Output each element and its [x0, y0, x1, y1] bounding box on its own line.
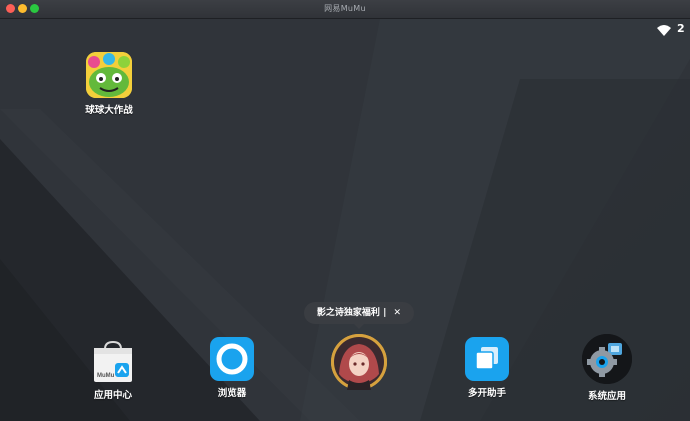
svg-text:MuMu: MuMu	[97, 373, 115, 379]
anime-girl-avatar-icon	[331, 334, 387, 390]
dock-app-multi-instance[interactable]: 多开助手	[447, 337, 527, 399]
status-bar: 2	[650, 19, 690, 39]
promo-tooltip-separator: |	[383, 308, 387, 318]
promo-tooltip[interactable]: 影之诗独家福利 | ✕	[304, 302, 414, 324]
dock-app-promo[interactable]	[319, 334, 399, 390]
system-apps-gear-icon	[582, 334, 632, 384]
desktop-app-ball-battle[interactable]: 球球大作战	[69, 52, 149, 116]
dock-app-system-apps[interactable]: 系统应用	[567, 334, 647, 402]
tooltip-pointer	[353, 323, 365, 329]
multi-instance-icon	[465, 337, 509, 381]
app-label: 系统应用	[587, 391, 626, 402]
app-label: 多开助手	[467, 388, 506, 399]
ball-battle-game-icon	[86, 52, 132, 98]
dock-app-app-center[interactable]: MuMu 应用中心	[73, 339, 153, 401]
app-label: 应用中心	[93, 390, 132, 401]
mumu-window: 网易MuMu 球球大作战 MuMu 应用中心 浏览器 多开助手 系统应用 2 影…	[0, 0, 690, 421]
promo-tooltip-text: 影之诗独家福利	[316, 308, 380, 318]
dock-app-browser[interactable]: 浏览器	[192, 337, 272, 399]
app-center-bag-icon: MuMu	[91, 339, 135, 383]
wifi-icon	[656, 22, 672, 41]
app-label: 球球大作战	[85, 105, 133, 116]
title-bar: 网易MuMu	[0, 0, 690, 19]
window-title: 网易MuMu	[324, 4, 366, 13]
close-icon[interactable]: ✕	[394, 308, 402, 318]
browser-icon	[210, 337, 254, 381]
app-label: 浏览器	[217, 388, 247, 399]
status-text: 2	[677, 22, 685, 35]
android-home-screen: 球球大作战 MuMu 应用中心 浏览器 多开助手 系统应用	[0, 19, 690, 421]
